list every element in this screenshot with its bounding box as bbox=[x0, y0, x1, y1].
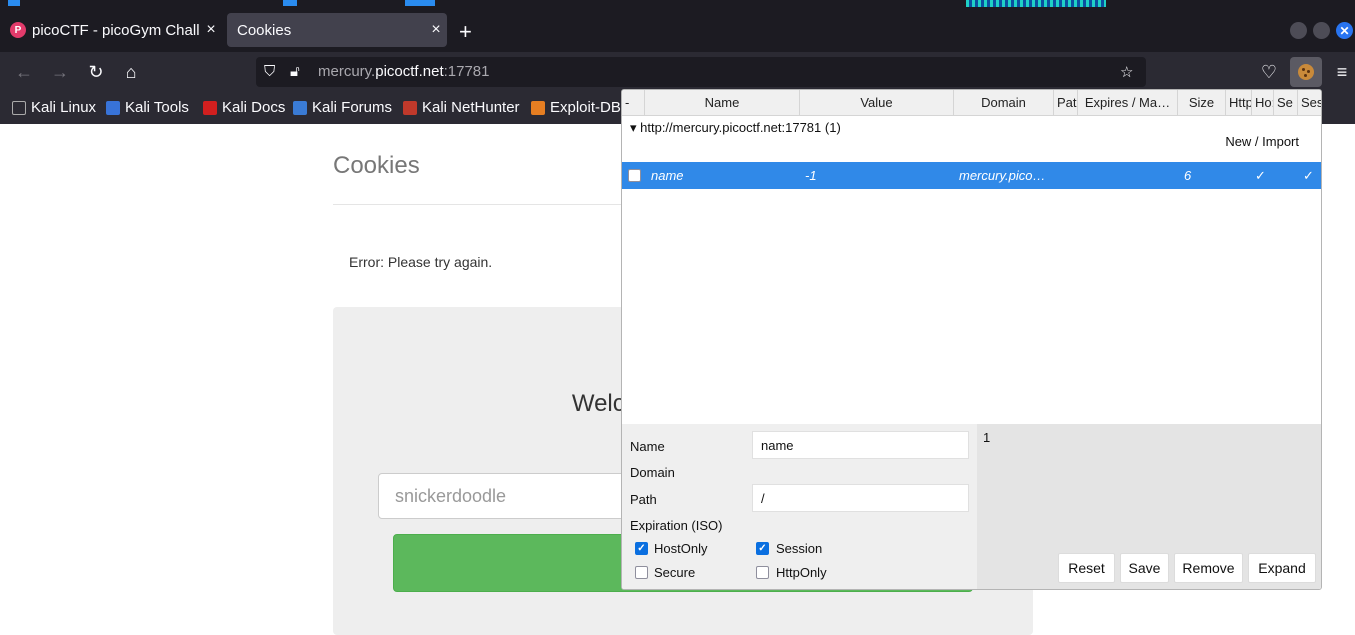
column-header-expires[interactable]: Expires / Ma… bbox=[1078, 90, 1178, 116]
name-label: Name bbox=[630, 439, 665, 454]
reset-button[interactable]: Reset bbox=[1058, 553, 1115, 583]
column-header-session[interactable]: Ses bbox=[1298, 90, 1321, 116]
session-label: Session bbox=[776, 541, 823, 556]
kali-forums-icon bbox=[293, 100, 307, 115]
kali-docs-icon bbox=[203, 100, 217, 115]
new-tab-button[interactable]: + bbox=[459, 21, 472, 43]
expand-button[interactable]: Expand bbox=[1248, 553, 1316, 583]
cookie-size-cell: 6 bbox=[1184, 168, 1192, 183]
path-label: Path bbox=[630, 492, 657, 507]
cookie-session-check: ✓ bbox=[1303, 168, 1314, 183]
domain-label: Domain bbox=[630, 465, 675, 480]
tab-bar: P picoCTF - picoGym Challe × Cookies × +… bbox=[0, 8, 1355, 52]
column-header-secure[interactable]: Se bbox=[1274, 90, 1298, 116]
bookmark-kali-forums[interactable]: Kali Forums bbox=[293, 99, 392, 116]
close-window-button[interactable]: ✕ bbox=[1336, 22, 1353, 39]
bookmark-kali-nethunter[interactable]: Kali NetHunter bbox=[403, 99, 520, 116]
cookie-http-check: ✓ bbox=[1255, 168, 1266, 183]
cookie-table-header: - Name Value Domain Pat Expires / Ma… Si… bbox=[622, 90, 1321, 116]
hostonly-checkbox[interactable]: ✓ bbox=[635, 542, 648, 555]
save-button[interactable]: Save bbox=[1120, 553, 1169, 583]
session-checkbox[interactable]: ✓ bbox=[756, 542, 769, 555]
address-bar[interactable]: ⛉ 🔓︎ mercury.picoctf.net:17781 ☆ bbox=[256, 57, 1146, 87]
bookmark-kali-tools[interactable]: Kali Tools bbox=[106, 99, 189, 116]
pocket-icon[interactable]: ♡ bbox=[1259, 62, 1279, 82]
cookie-value-editor[interactable]: 1 Reset Save Remove Expand bbox=[977, 424, 1321, 589]
divider bbox=[333, 204, 633, 205]
workspace-indicator bbox=[8, 0, 20, 6]
back-icon[interactable]: ← bbox=[14, 62, 34, 82]
column-header-value[interactable]: Value bbox=[800, 90, 954, 116]
close-tab-icon[interactable]: × bbox=[200, 21, 222, 39]
column-header-path[interactable]: Pat bbox=[1054, 90, 1078, 116]
column-header-httponly[interactable]: Http bbox=[1226, 90, 1252, 116]
cookie-name-cell: name bbox=[651, 168, 684, 183]
cookie-domain-cell: mercury.pico… bbox=[959, 168, 1046, 183]
column-header-size[interactable]: Size bbox=[1178, 90, 1226, 116]
tab-title: picoCTF - picoGym Challe bbox=[32, 21, 200, 39]
column-header-hostonly[interactable]: Ho: bbox=[1252, 90, 1274, 116]
tab-cookies[interactable]: Cookies × bbox=[227, 13, 447, 47]
secure-label: Secure bbox=[654, 565, 696, 580]
cookie-row-selected[interactable]: name -1 mercury.pico… 6 ✓ ✓ bbox=[622, 162, 1321, 189]
system-top-strip bbox=[0, 0, 1355, 8]
maximize-button[interactable] bbox=[1313, 22, 1330, 39]
cookie-group-row[interactable]: ▾ http://mercury.picoctf.net:17781 (1) bbox=[630, 120, 841, 136]
tab-picoctf[interactable]: P picoCTF - picoGym Challe × bbox=[0, 13, 222, 47]
workspace-indicator bbox=[283, 0, 297, 6]
path-field[interactable]: / bbox=[752, 484, 969, 512]
picoctf-favicon-icon: P bbox=[10, 22, 26, 38]
page-title: Cookies bbox=[333, 152, 420, 179]
kali-dragon-icon bbox=[12, 100, 26, 115]
close-tab-icon[interactable]: × bbox=[425, 21, 447, 39]
secure-checkbox[interactable] bbox=[635, 566, 648, 579]
row-checkbox[interactable] bbox=[628, 169, 641, 182]
shield-icon[interactable]: ⛉ bbox=[264, 63, 275, 80]
exploit-db-icon bbox=[531, 100, 545, 115]
tab-title: Cookies bbox=[237, 21, 292, 39]
cookie-icon bbox=[1298, 64, 1314, 80]
new-import-button[interactable]: New / Import bbox=[1225, 134, 1299, 149]
cookie-editor-panel: - Name Value Domain Pat Expires / Ma… Si… bbox=[621, 89, 1322, 590]
httponly-checkbox[interactable] bbox=[756, 566, 769, 579]
nethunter-icon bbox=[403, 100, 417, 115]
lock-insecure-icon[interactable]: 🔓︎ bbox=[290, 63, 300, 80]
bookmark-star-icon[interactable]: ☆ bbox=[1120, 63, 1133, 81]
httponly-label: HttpOnly bbox=[776, 565, 827, 580]
reload-icon[interactable]: ↻ bbox=[86, 62, 106, 82]
hostonly-label: HostOnly bbox=[654, 541, 708, 556]
column-header-name[interactable]: Name bbox=[645, 90, 800, 116]
cookie-value-cell: -1 bbox=[805, 168, 817, 183]
menu-icon[interactable]: ≡ bbox=[1332, 62, 1352, 82]
cpu-graph bbox=[966, 0, 1106, 7]
bookmark-kali-docs[interactable]: Kali Docs bbox=[203, 99, 285, 116]
column-header-domain[interactable]: Domain bbox=[954, 90, 1054, 116]
bookmark-kali-linux[interactable]: Kali Linux bbox=[12, 99, 96, 116]
cookie-details-form: Name name Domain Path / Expiration (ISO)… bbox=[622, 424, 977, 589]
name-field[interactable]: name bbox=[752, 431, 969, 459]
bookmark-exploit-db[interactable]: Exploit-DB bbox=[531, 99, 621, 116]
minimize-button[interactable] bbox=[1290, 22, 1307, 39]
cookie-value-text: 1 bbox=[983, 430, 991, 445]
home-icon[interactable]: ⌂ bbox=[121, 62, 141, 82]
cookie-editor-extension-button[interactable] bbox=[1290, 57, 1322, 87]
forward-icon[interactable]: → bbox=[50, 62, 70, 82]
column-header-select[interactable]: - bbox=[622, 90, 645, 116]
remove-button[interactable]: Remove bbox=[1174, 553, 1243, 583]
expiration-label: Expiration (ISO) bbox=[630, 518, 723, 533]
workspace-indicator bbox=[405, 0, 435, 6]
error-message: Error: Please try again. bbox=[349, 254, 493, 270]
url-text[interactable]: mercury.picoctf.net:17781 bbox=[318, 63, 490, 80]
kali-tools-icon bbox=[106, 100, 120, 115]
navigation-bar: ← → ↻ ⌂ ⛉ 🔓︎ mercury.picoctf.net:17781 ☆… bbox=[0, 52, 1355, 92]
